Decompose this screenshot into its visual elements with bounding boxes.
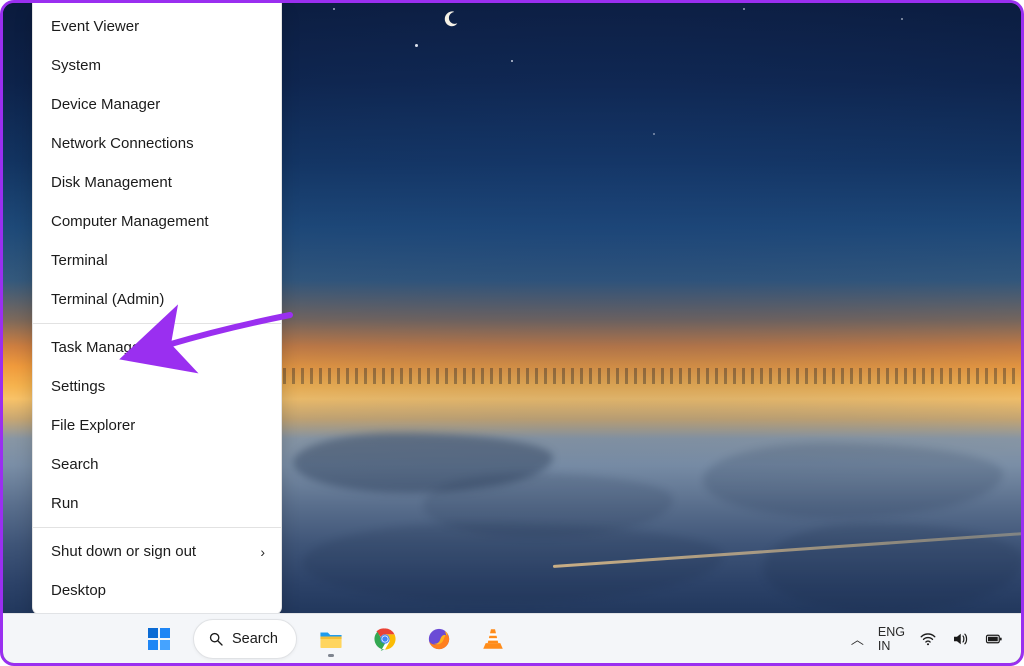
taskbar-search[interactable]: Search xyxy=(193,619,297,659)
winx-item-device-manager[interactable]: Device Manager xyxy=(33,85,281,124)
taskbar-app-chrome[interactable] xyxy=(365,619,405,659)
menu-item-label: System xyxy=(51,57,101,74)
menu-separator xyxy=(33,527,281,528)
menu-item-label: Desktop xyxy=(51,582,106,599)
menu-separator xyxy=(33,323,281,324)
search-label: Search xyxy=(232,631,278,647)
menu-item-label: Shut down or sign out xyxy=(51,543,196,560)
moon-icon xyxy=(441,9,463,31)
winx-item-terminal-admin[interactable]: Terminal (Admin) xyxy=(33,280,281,319)
star-icon xyxy=(415,44,418,47)
menu-item-label: File Explorer xyxy=(51,417,135,434)
lang-top: ENG xyxy=(878,625,905,639)
winx-item-desktop[interactable]: Desktop xyxy=(33,571,281,610)
winx-item-terminal[interactable]: Terminal xyxy=(33,241,281,280)
winx-item-disk-management[interactable]: Disk Management xyxy=(33,163,281,202)
winx-menu: Event Viewer System Device Manager Network … xyxy=(32,3,282,615)
winx-item-task-manager[interactable]: Task Manager xyxy=(33,328,281,367)
taskbar-app-vlc[interactable] xyxy=(473,619,513,659)
search-icon xyxy=(208,631,224,647)
star-icon xyxy=(743,8,745,10)
winx-item-settings[interactable]: Settings xyxy=(33,367,281,406)
winx-item-system[interactable]: System xyxy=(33,46,281,85)
shadow xyxy=(303,523,723,603)
winx-item-search[interactable]: Search xyxy=(33,445,281,484)
menu-item-label: Terminal (Admin) xyxy=(51,291,164,308)
star-icon xyxy=(333,8,335,10)
taskbar-app-file-explorer[interactable] xyxy=(311,619,351,659)
winx-item-run[interactable]: Run xyxy=(33,484,281,523)
menu-item-label: Terminal xyxy=(51,252,108,269)
star-icon xyxy=(511,60,513,62)
chevron-right-icon: › xyxy=(260,544,265,560)
menu-item-label: Disk Management xyxy=(51,174,172,191)
menu-item-label: Network Connections xyxy=(51,135,194,152)
winx-item-file-explorer[interactable]: File Explorer xyxy=(33,406,281,445)
tray-overflow-button[interactable]: ︿ xyxy=(851,629,864,648)
menu-item-label: Run xyxy=(51,495,79,512)
lang-bottom: IN xyxy=(878,639,905,653)
menu-item-label: Device Manager xyxy=(51,96,160,113)
volume-icon[interactable] xyxy=(951,630,969,648)
winx-item-network-connections[interactable]: Network Connections xyxy=(33,124,281,163)
taskbar-app-firefox[interactable] xyxy=(419,619,459,659)
menu-item-label: Task Manager xyxy=(51,339,145,356)
tray-language[interactable]: ENG IN xyxy=(878,625,905,653)
running-indicator xyxy=(328,654,334,657)
star-icon xyxy=(901,18,903,20)
taskbar: Search xyxy=(3,613,1021,663)
shadow xyxy=(703,443,1003,518)
winx-item-computer-management[interactable]: Computer Management xyxy=(33,202,281,241)
winx-item-event-viewer[interactable]: Event Viewer xyxy=(33,7,281,46)
battery-icon[interactable] xyxy=(983,630,1005,648)
star-icon xyxy=(653,133,655,135)
horizon-trees xyxy=(283,368,1021,384)
start-button[interactable] xyxy=(139,619,179,659)
menu-item-label: Event Viewer xyxy=(51,18,139,35)
menu-item-label: Settings xyxy=(51,378,105,395)
winx-item-shut-down-or-sign-out[interactable]: Shut down or sign out › xyxy=(33,532,281,571)
menu-item-label: Search xyxy=(51,456,99,473)
wifi-icon[interactable] xyxy=(919,630,937,648)
menu-item-label: Computer Management xyxy=(51,213,209,230)
